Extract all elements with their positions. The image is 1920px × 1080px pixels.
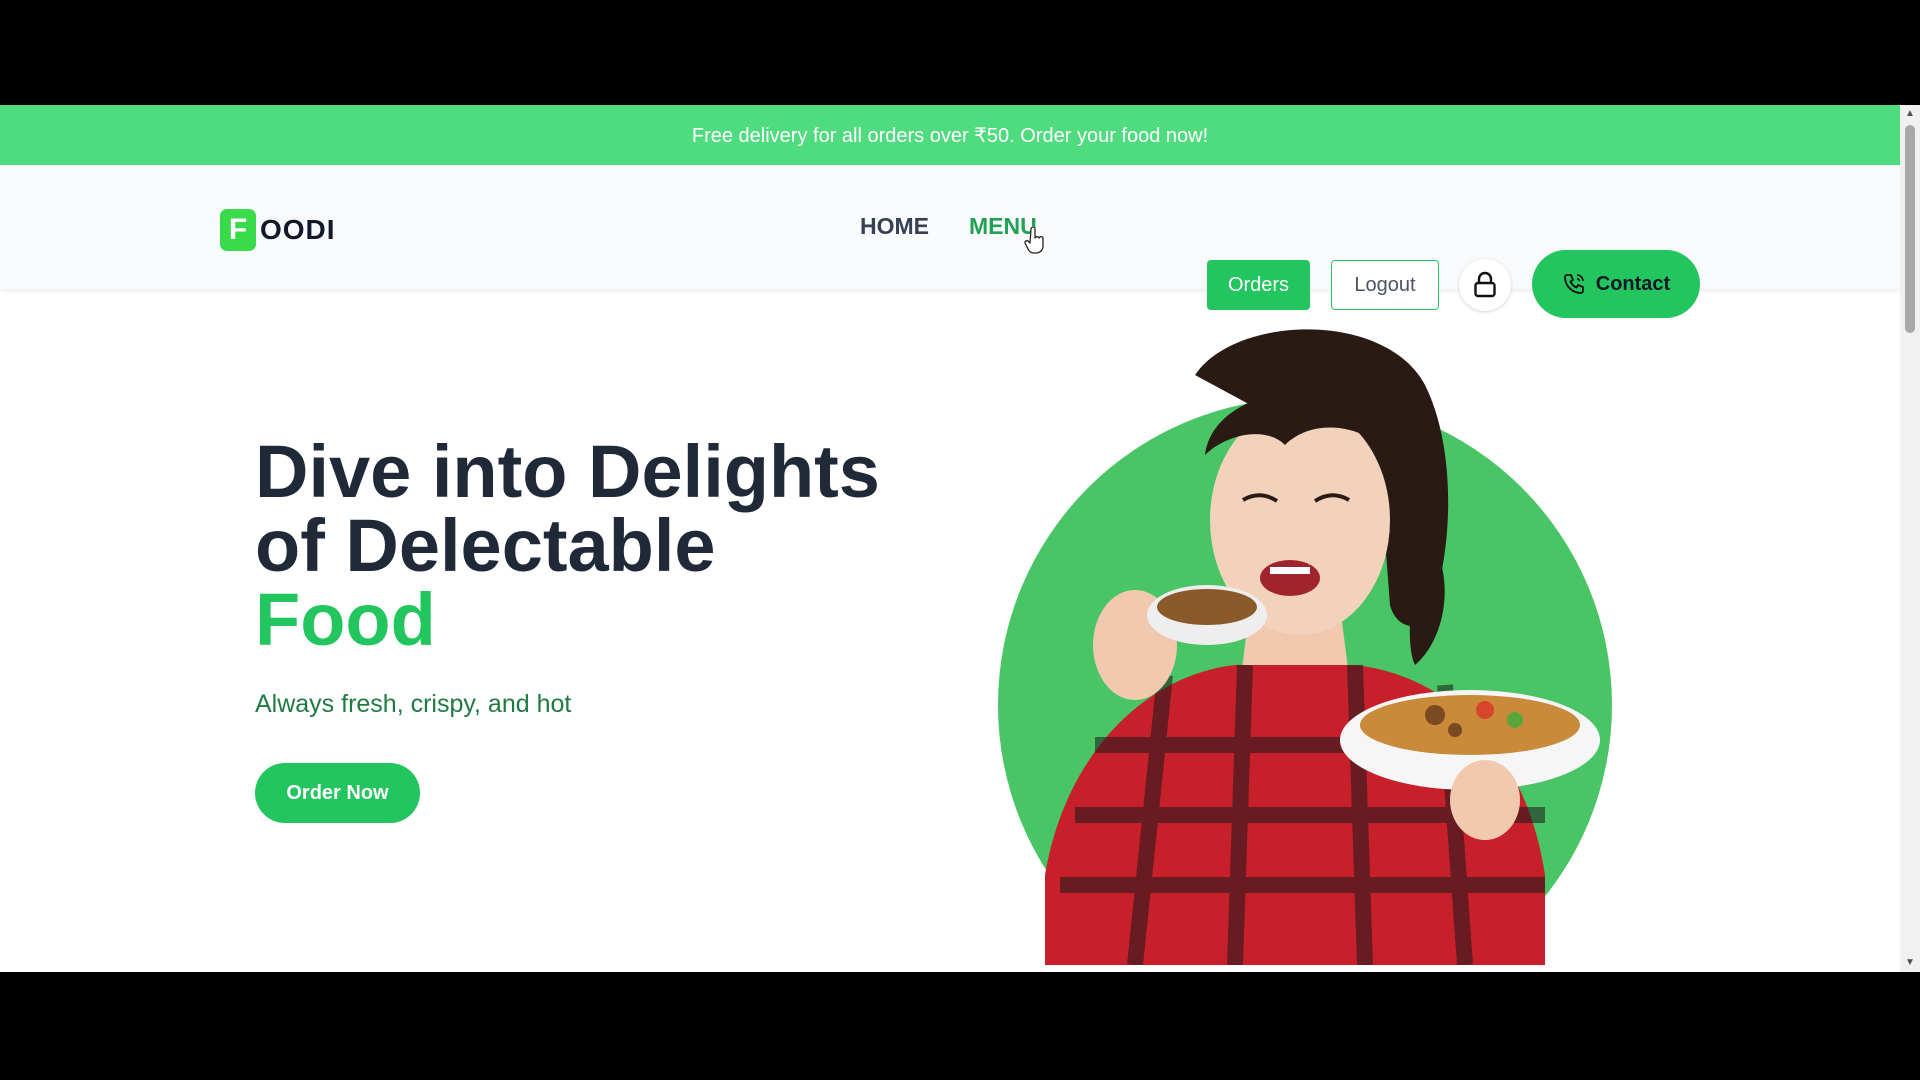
main-nav: HOME MENU xyxy=(860,213,1037,240)
letterbox-top xyxy=(0,0,1920,105)
contact-label: Contact xyxy=(1595,272,1671,295)
logo-badge: F xyxy=(220,209,256,251)
scrollbar-thumb[interactable] xyxy=(1905,125,1915,333)
logo[interactable]: F OODI xyxy=(220,209,336,251)
letterbox-bottom xyxy=(0,972,1920,1080)
logout-button[interactable]: Logout xyxy=(1331,260,1439,310)
scrollbar[interactable]: ▲ ▼ xyxy=(1900,105,1920,972)
site-header: F OODI HOME MENU Orders Logout Contact xyxy=(0,165,1900,318)
browser-viewport: Free delivery for all orders over ₹50. O… xyxy=(0,105,1920,972)
contact-button[interactable]: Contact xyxy=(1532,250,1700,318)
hero-title-line-2: of Delectable xyxy=(255,504,716,587)
nav-home[interactable]: HOME xyxy=(860,213,929,240)
logo-wordmark: OODI xyxy=(260,214,336,245)
hero-title-line-1: Dive into Delights xyxy=(255,430,880,513)
lock-button[interactable] xyxy=(1459,259,1511,311)
phone-icon xyxy=(1563,274,1584,294)
hero-subtitle: Always fresh, crispy, and hot xyxy=(255,690,572,718)
hero-title-accent: Food xyxy=(255,578,436,661)
scroll-up-arrow-icon[interactable]: ▲ xyxy=(1900,105,1920,123)
hand-cursor-icon xyxy=(1024,227,1044,254)
scroll-down-arrow-icon[interactable]: ▼ xyxy=(1900,954,1920,972)
orders-button[interactable]: Orders xyxy=(1207,260,1310,310)
lock-icon xyxy=(1474,271,1496,298)
hero-title: Dive into Delights of Delectable Food xyxy=(255,435,955,657)
promo-text: Free delivery for all orders over ₹50. O… xyxy=(691,124,1209,147)
order-now-button[interactable]: Order Now xyxy=(255,763,420,823)
promo-banner: Free delivery for all orders over ₹50. O… xyxy=(0,105,1900,165)
hero-image xyxy=(998,329,1612,965)
